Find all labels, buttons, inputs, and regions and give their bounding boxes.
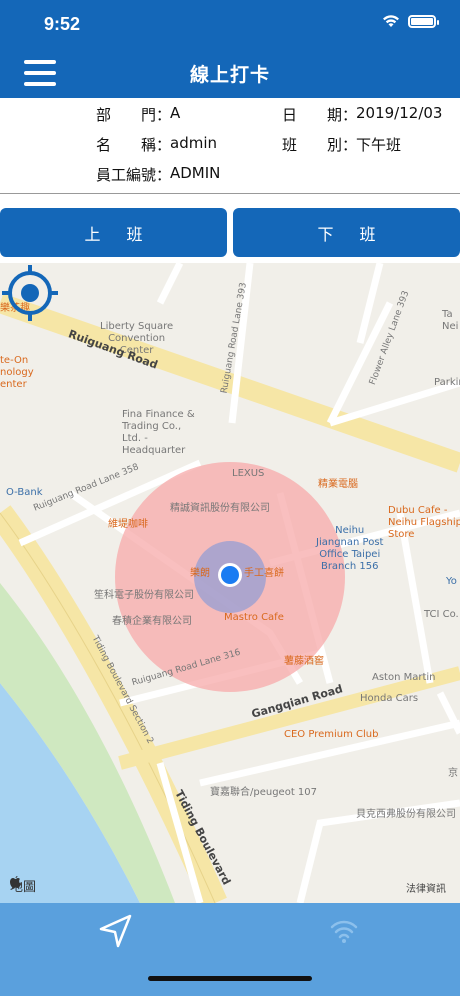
poi-baojia[interactable]: 寶嘉聯合/peugeot 107 <box>210 787 317 799</box>
department-value: A <box>170 104 181 122</box>
shift-value: 下午班 <box>356 136 402 154</box>
map-view[interactable]: 樂茶趣 te-On nology enter Liberty Square Co… <box>0 263 460 903</box>
poi-beike[interactable]: 貝克西弗股份有限公司 <box>356 809 456 821</box>
wifi-tab-icon[interactable] <box>324 911 364 951</box>
poi-lexus[interactable]: LEXUS <box>232 468 264 480</box>
clock-out-button[interactable]: 下班 <box>233 208 460 257</box>
menu-button[interactable] <box>24 60 56 86</box>
poi-nology[interactable]: nology <box>0 367 34 379</box>
status-icons <box>382 14 439 28</box>
poi-tai[interactable]: Ta <box>442 309 453 321</box>
poi-jing[interactable]: 京 <box>448 768 458 780</box>
department-label: 部 門： <box>96 106 172 124</box>
home-indicator <box>148 976 312 981</box>
poi-ceo-club[interactable]: CEO Premium Club <box>284 729 378 741</box>
poi-lelang[interactable]: 樂朗 <box>190 568 210 580</box>
poi-te-on[interactable]: te-On <box>0 355 28 367</box>
wifi-icon <box>383 15 399 27</box>
locate-me-icon[interactable] <box>0 263 60 323</box>
info-row: 員工編號： ADMIN <box>0 164 460 184</box>
name-value: admin <box>170 134 217 152</box>
employee-id-label: 員工編號： <box>96 166 172 184</box>
date-value: 2019/12/03 <box>356 104 443 122</box>
poi-handmade-cake[interactable]: 手工喜餅 <box>244 568 284 580</box>
employee-info-panel: 部 門： A 日 期： 2019/12/03 名 稱： admin 班 別： 下… <box>0 98 460 194</box>
poi-you[interactable]: Yo <box>446 576 457 588</box>
battery-icon <box>408 14 439 28</box>
menu-bar <box>24 71 56 75</box>
date-label: 日 期： <box>282 106 358 124</box>
poi-weiti-cafe[interactable]: 維堤咖啡 <box>108 519 148 531</box>
status-time: 9:52 <box>44 14 81 34</box>
poi-chunji[interactable]: 春積企業有限公司 <box>112 616 192 628</box>
menu-bar <box>24 60 56 64</box>
poi-nei[interactable]: Nei <box>442 321 458 333</box>
poi-tci[interactable]: TCI Co. <box>424 609 459 621</box>
shift-label: 班 別： <box>282 136 358 154</box>
poi-fina-finance[interactable]: Fina Finance & Trading Co., Ltd. - Headq… <box>122 409 195 457</box>
bottom-tab-bar <box>0 903 460 996</box>
info-row: 部 門： A 日 期： 2019/12/03 <box>0 104 460 124</box>
page-title: 線上打卡 <box>189 64 270 86</box>
employee-id-value: ADMIN <box>170 164 221 182</box>
name-label: 名 稱： <box>96 136 172 154</box>
poi-honda-cars[interactable]: Honda Cars <box>360 693 418 705</box>
poi-jingcheng[interactable]: 精誠資訊股份有限公司 <box>170 503 270 515</box>
poi-dubu-cafe[interactable]: Dubu Cafe - Neihu Flagship Store <box>388 505 460 541</box>
poi-mastro-cafe[interactable]: Mastro Cafe <box>224 612 284 624</box>
poi-liqi-electronics[interactable]: 笙科電子股份有限公司 <box>94 590 194 602</box>
menu-bar <box>24 82 56 86</box>
poi-shuteng[interactable]: 薯藤酒窖 <box>284 656 324 668</box>
map-brand: 地圖 <box>10 876 36 895</box>
poi-parkin[interactable]: Parkin <box>434 377 460 389</box>
poi-jingye[interactable]: 精業電腦 <box>318 479 358 491</box>
poi-o-bank[interactable]: O-Bank <box>6 487 43 499</box>
apple-icon <box>10 876 21 888</box>
top-bar: 9:52 線上打卡 <box>0 0 460 98</box>
poi-aston-martin[interactable]: Aston Martin <box>372 672 436 684</box>
info-row: 名 稱： admin 班 別： 下午班 <box>0 134 460 154</box>
poi-enter[interactable]: enter <box>0 379 27 391</box>
map-legal-link[interactable]: 法律資訊 <box>406 880 446 895</box>
clock-in-button[interactable]: 上班 <box>0 208 227 257</box>
navigation-arrow-icon[interactable] <box>96 911 136 951</box>
poi-neihu-post[interactable]: Neihu Jiangnan Post Office Taipei Branch… <box>316 525 383 573</box>
